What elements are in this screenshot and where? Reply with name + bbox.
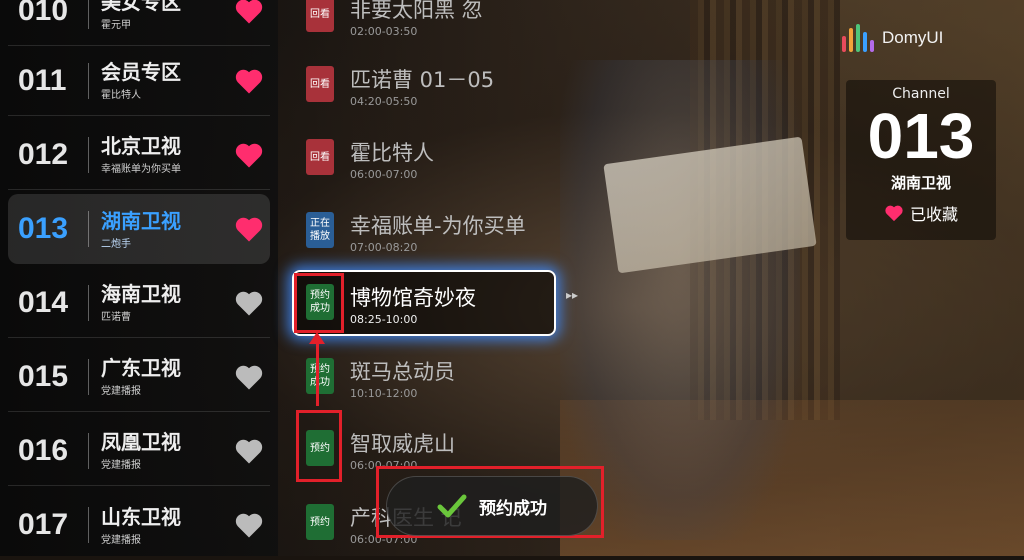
channel-name: 广东卫视	[101, 356, 181, 380]
program-tag: 回看	[306, 139, 334, 175]
brand-logo: DomyUI	[842, 24, 943, 52]
channel-item-017[interactable]: 017 山东卫视 党建播报	[8, 490, 270, 560]
program-item-now-playing[interactable]: 正在播放 幸福账单-为你买单 07:00-08:20	[302, 204, 562, 264]
program-time: 08:25-10:00	[350, 313, 418, 326]
heart-icon[interactable]	[234, 363, 264, 391]
reserve-tag[interactable]: 预约成功	[306, 358, 334, 394]
current-channel-number: 013	[867, 100, 975, 172]
heart-icon[interactable]	[234, 67, 264, 95]
channel-item-014[interactable]: 014 海南卫视 匹诺曹	[8, 268, 270, 338]
channel-name: 山东卫视	[101, 504, 181, 529]
program-title: 斑马总动员	[350, 360, 455, 384]
program-item[interactable]: 预约成功 斑马总动员 10:10-12:00	[302, 350, 562, 410]
program-time: 06:00-07:00	[350, 168, 418, 181]
heart-icon[interactable]	[234, 437, 264, 465]
channel-program: 党建播报	[101, 460, 141, 471]
heart-icon[interactable]	[234, 141, 264, 169]
channel-number: 011	[8, 62, 89, 99]
channel-program: 二炮手	[101, 238, 131, 250]
channel-number: 014	[8, 284, 89, 321]
program-time: 02:00-03:50	[350, 25, 418, 38]
chevron-right-icon[interactable]: ▸▸	[566, 288, 578, 302]
program-item[interactable]: 回看 非要太阳黑 忽 02:00-03:50	[302, 0, 562, 48]
program-tag: 回看	[306, 66, 334, 102]
channel-name: 北京卫视	[101, 134, 181, 158]
program-title: 匹诺曹 01－05	[350, 68, 495, 92]
checkmark-icon	[437, 494, 467, 518]
channel-number: 013	[8, 211, 89, 247]
channel-program: 党建播报	[101, 386, 141, 397]
program-tag: 回看	[306, 0, 334, 32]
program-time: 04:20-05:50	[350, 95, 418, 108]
current-channel-name: 湖南卫视	[890, 174, 951, 192]
program-title: 非要太阳黑 忽	[350, 0, 483, 22]
program-tag: 正在播放	[306, 212, 334, 248]
arrow-up-icon	[309, 332, 325, 344]
heart-icon[interactable]	[234, 511, 264, 539]
annotation-box-reserved	[294, 273, 344, 333]
annotation-box-reserve	[296, 410, 342, 482]
channel-name: 凤凰卫视	[101, 430, 181, 454]
channel-number: 017	[8, 507, 89, 543]
channel-number: 012	[8, 136, 89, 173]
program-title: 幸福账单-为你买单	[350, 214, 526, 238]
channel-program: 幸福账单为你买单	[101, 164, 181, 175]
channel-program: 霍比特人	[101, 90, 141, 101]
channel-list: 010 美女专区 霍元甲 011 会员专区 霍比特人 012 北京卫视 幸福账单…	[0, 0, 278, 556]
channel-name: 会员专区	[101, 60, 181, 84]
channel-name: 湖南卫视	[101, 208, 181, 233]
channel-program: 匹诺曹	[101, 312, 131, 323]
program-time: 07:00-08:20	[350, 241, 418, 254]
heart-icon	[885, 205, 903, 222]
channel-item-015[interactable]: 015 广东卫视 党建播报	[8, 342, 270, 412]
heart-icon[interactable]	[234, 215, 264, 243]
channel-name: 美女专区	[101, 0, 181, 14]
toast-message: 预约成功	[479, 498, 547, 519]
channel-number: 016	[8, 432, 89, 469]
program-title: 智取威虎山	[350, 432, 455, 456]
channel-number: 015	[8, 358, 89, 395]
channel-name: 海南卫视	[101, 282, 181, 306]
channel-info-panel: Channel 013 湖南卫视 已收藏	[846, 80, 996, 240]
reserve-tag[interactable]: 预约	[306, 504, 334, 540]
channel-item-011[interactable]: 011 会员专区 霍比特人	[8, 46, 270, 116]
channel-number: 010	[8, 0, 89, 29]
brand-name: DomyUI	[882, 28, 944, 47]
channel-item-012[interactable]: 012 北京卫视 幸福账单为你买单	[8, 120, 270, 190]
channel-program: 党建播报	[101, 534, 141, 546]
favorite-label: 已收藏	[909, 205, 958, 224]
program-title: 霍比特人	[350, 141, 434, 165]
heart-icon[interactable]	[234, 289, 264, 317]
channel-item-016[interactable]: 016 凤凰卫视 党建播报	[8, 416, 270, 486]
brand-logo-icon	[842, 24, 874, 52]
favorite-status[interactable]: 已收藏	[846, 201, 996, 225]
channel-item-010[interactable]: 010 美女专区 霍元甲	[8, 0, 270, 46]
heart-icon[interactable]	[234, 0, 264, 25]
channel-item-013[interactable]: 013 湖南卫视 二炮手	[8, 194, 270, 264]
reservation-toast: 预约成功	[386, 476, 598, 536]
program-title: 博物馆奇妙夜	[350, 286, 476, 310]
program-time: 10:10-12:00	[350, 387, 418, 400]
annotation-arrow-line	[316, 340, 319, 406]
program-item[interactable]: 回看 霍比特人 06:00-07:00	[302, 131, 562, 191]
program-item[interactable]: 回看 匹诺曹 01－05 04:20-05:50	[302, 58, 562, 118]
channel-program: 霍元甲	[101, 20, 131, 31]
